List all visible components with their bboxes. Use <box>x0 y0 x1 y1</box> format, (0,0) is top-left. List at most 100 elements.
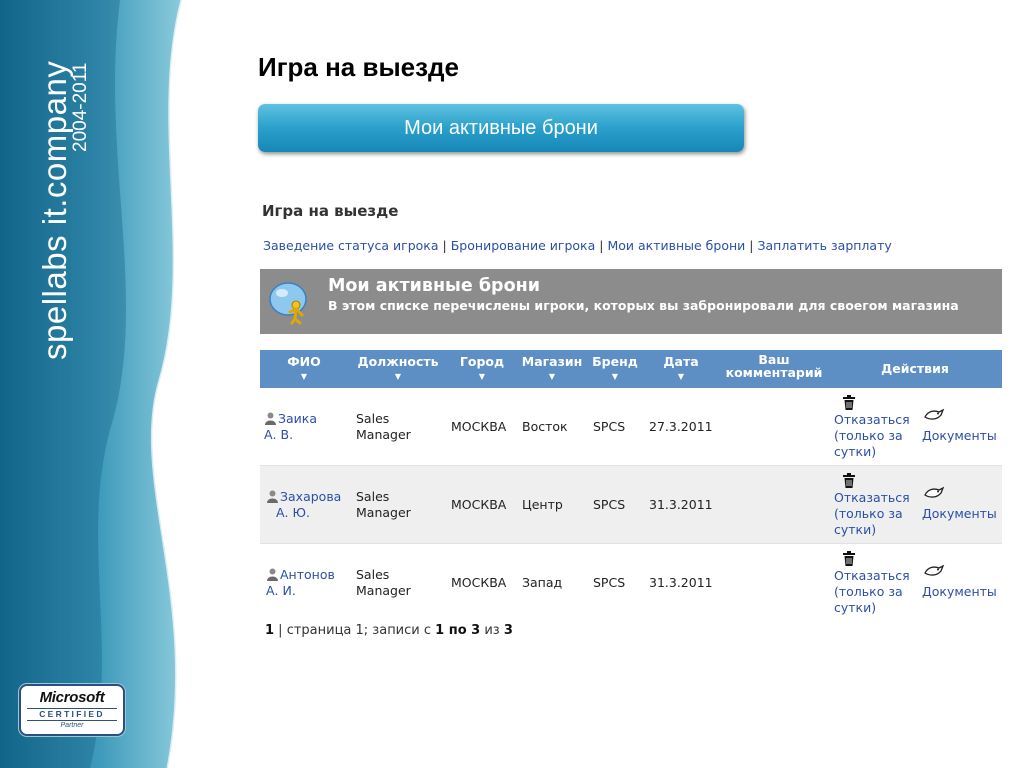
pager-total: 3 <box>503 623 513 638</box>
header-label: Город <box>459 354 505 369</box>
cancel-link-note[interactable]: сутки) <box>834 444 876 459</box>
slide-banner: Мои активные брони <box>258 104 744 152</box>
cancel-link-note[interactable]: (только за <box>834 506 903 521</box>
sort-arrow-icon: ▼ <box>394 372 402 381</box>
documents-icon[interactable] <box>923 408 945 422</box>
store-cell: Центр <box>522 497 563 512</box>
sort-arrow-icon: ▼ <box>677 372 685 381</box>
header-label: ФИО <box>287 354 321 369</box>
position-line: Manager <box>356 427 411 442</box>
logo-microsoft: Microsoft <box>39 689 105 706</box>
pager-range: 1 по 3 <box>435 623 481 638</box>
documents-link[interactable]: Документы <box>922 428 997 444</box>
position-line: Manager <box>356 505 411 520</box>
documents-link[interactable]: Документы <box>922 584 997 600</box>
header-city[interactable]: Город ▼ <box>454 355 510 383</box>
table-row: Заика А. В. Sales Manager МОСКВА Восток SP… <box>260 388 1002 466</box>
table-header: ФИО ▼ Должность ▼ Город ▼ Магазин ▼ Бренд ▼ Д… <box>260 350 1002 388</box>
page-heading: Игра на выезде <box>262 202 399 220</box>
nav-separator: | <box>599 238 604 253</box>
date-cell: 27.3.2011 <box>649 419 713 434</box>
cancel-action[interactable]: Отказаться (только за сутки) <box>834 412 910 460</box>
header-label: Бренд <box>592 354 638 369</box>
cancel-link-note[interactable]: (только за <box>834 428 903 443</box>
player-initials-link[interactable]: А. В. <box>264 427 293 442</box>
trash-icon[interactable] <box>842 473 856 488</box>
pager-text: | страница 1; записи с <box>274 623 436 638</box>
cancel-link-note[interactable]: сутки) <box>834 600 876 615</box>
city-cell: МОСКВА <box>451 575 507 590</box>
header-date[interactable]: Дата ▼ <box>656 355 706 383</box>
position-line: Manager <box>356 583 411 598</box>
person-icon <box>265 412 276 425</box>
pager-text: из <box>480 623 504 638</box>
player-surname-link[interactable]: Заика <box>278 411 317 426</box>
pager-current-page[interactable]: 1 <box>265 623 274 638</box>
player-initials-link[interactable]: А. И. <box>266 583 296 598</box>
nav-separator: | <box>442 238 447 253</box>
header-label: Должность <box>357 354 439 369</box>
player-surname-link[interactable]: Захарова <box>280 489 341 504</box>
table-row: Антонов А. И. Sales Manager МОСКВА Запад S… <box>260 544 1002 621</box>
header-label: Дата <box>663 354 699 369</box>
panel-title: Мои активные брони <box>328 276 540 296</box>
documents-link[interactable]: Документы <box>922 506 997 522</box>
header-comment: Ваш комментарий <box>725 352 823 380</box>
sort-arrow-icon: ▼ <box>611 372 619 381</box>
header-position[interactable]: Должность ▼ <box>352 355 444 383</box>
position-cell: Sales Manager <box>356 489 411 521</box>
fio-cell[interactable]: Антонов А. И. <box>266 567 335 599</box>
documents-icon[interactable] <box>923 486 945 500</box>
city-cell: МОСКВА <box>451 497 507 512</box>
player-surname-link[interactable]: Антонов <box>280 567 335 582</box>
brand-cell: SPCS <box>593 497 626 512</box>
header-brand[interactable]: Бренд ▼ <box>588 355 642 383</box>
table-row: Захарова А. Ю. Sales Manager МОСКВА Центр … <box>260 466 1002 544</box>
brand-text: spellabs it.company <box>36 61 74 360</box>
fio-cell[interactable]: Захарова А. Ю. <box>266 489 341 521</box>
position-cell: Sales Manager <box>356 567 411 599</box>
cancel-action[interactable]: Отказаться (только за сутки) <box>834 490 910 538</box>
brand-name: spellabs it.company <box>36 60 73 360</box>
store-cell: Запад <box>522 575 563 590</box>
nav-links: Заведение статуса игрока | Бронирование иг… <box>263 238 892 253</box>
brand-cell: SPCS <box>593 575 626 590</box>
slide-title: Игра на выезде <box>258 52 460 82</box>
position-line: Sales <box>356 411 390 426</box>
documents-icon[interactable] <box>923 564 945 578</box>
sort-arrow-icon: ▼ <box>300 372 308 381</box>
header-actions: Действия <box>881 361 949 376</box>
nav-link-my-bookings[interactable]: Мои активные брони <box>607 238 745 253</box>
cancel-link-note[interactable]: сутки) <box>834 522 876 537</box>
pager: 1 | страница 1; записи с 1 по 3 из 3 <box>265 623 513 638</box>
cancel-link[interactable]: Отказаться <box>834 412 910 427</box>
panel-description: В этом списке перечислены игроки, которы… <box>328 298 959 313</box>
player-initials-link[interactable]: А. Ю. <box>266 505 310 520</box>
trash-icon[interactable] <box>842 551 856 566</box>
person-icon <box>267 490 278 503</box>
cancel-link[interactable]: Отказаться <box>834 490 910 505</box>
person-icon <box>267 568 278 581</box>
nav-separator: | <box>749 238 754 253</box>
logo-certified: CERTIFIED <box>27 708 117 721</box>
chat-person-icon <box>269 282 307 325</box>
header-store[interactable]: Магазин ▼ <box>520 355 584 383</box>
nav-link-pay-salary[interactable]: Заплатить зарплату <box>758 238 892 253</box>
brand-years: 2004-2011 <box>70 62 91 152</box>
trash-icon[interactable] <box>842 395 856 410</box>
cancel-action[interactable]: Отказаться (только за сутки) <box>834 568 910 616</box>
nav-link-player-status[interactable]: Заведение статуса игрока <box>263 238 439 253</box>
nav-link-book-player[interactable]: Бронирование игрока <box>451 238 596 253</box>
fio-cell[interactable]: Заика А. В. <box>264 411 317 443</box>
side-panel: spellabs it.company 2004-2011 Microsoft … <box>0 0 260 768</box>
city-cell: МОСКВА <box>451 419 507 434</box>
sort-arrow-icon: ▼ <box>478 372 486 381</box>
logo-partner: Partner <box>60 722 84 729</box>
cancel-link[interactable]: Отказаться <box>834 568 910 583</box>
sort-arrow-icon: ▼ <box>548 372 556 381</box>
header-fio[interactable]: ФИО ▼ <box>276 355 332 383</box>
position-cell: Sales Manager <box>356 411 411 443</box>
brand-cell: SPCS <box>593 419 626 434</box>
cancel-link-note[interactable]: (только за <box>834 584 903 599</box>
bookings-table: ФИО ▼ Должность ▼ Город ▼ Магазин ▼ Бренд ▼ Д… <box>260 350 1002 621</box>
